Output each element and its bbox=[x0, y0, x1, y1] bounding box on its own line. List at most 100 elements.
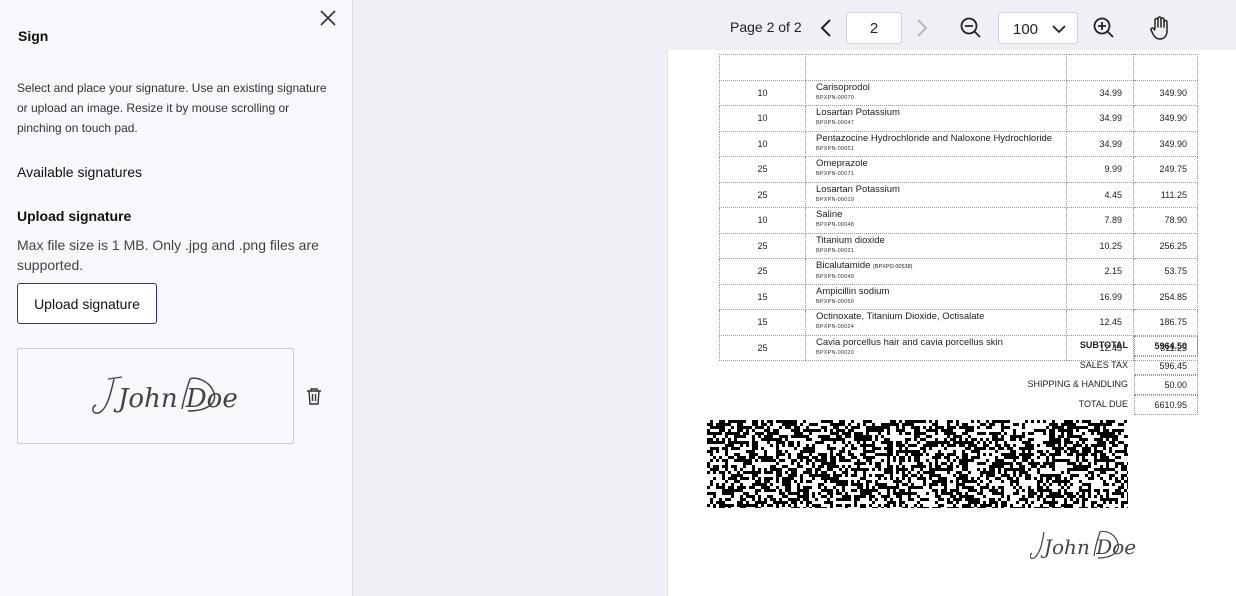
zoom-out-icon[interactable] bbox=[959, 16, 983, 40]
viewer-toolbar: Page 2 of 2 100 bbox=[353, 0, 1236, 56]
table-row-cutoff bbox=[719, 54, 1198, 81]
sales-tax-value: 596.45 bbox=[1134, 355, 1198, 376]
total-due-row: TOTAL DUE 6610.95 bbox=[968, 395, 1198, 415]
saved-signature-card[interactable]: John Doe bbox=[17, 348, 294, 444]
item-amount: 349.90 bbox=[1133, 130, 1198, 157]
zoom-select[interactable]: 100 bbox=[998, 12, 1078, 44]
item-description: Bicalutamide (BPXPO.00538) BPXPN-00049 bbox=[805, 258, 1067, 285]
item-sku: BPXPN-00070 bbox=[816, 94, 854, 101]
signature-image: John Doe bbox=[92, 376, 238, 414]
total-due-value: 6610.95 bbox=[1134, 395, 1198, 415]
subtotal-label: SUBTOTAL bbox=[1079, 340, 1128, 350]
item-amount: 186.75 bbox=[1133, 309, 1198, 336]
shipping-row: SHIPPING & HANDLING 50.00 bbox=[968, 375, 1198, 396]
close-icon[interactable] bbox=[316, 7, 340, 31]
pdf-page[interactable]: 10 Carisoprodol BPXPN-00070 34.99 349.90 10 Lo… bbox=[667, 50, 1236, 596]
shipping-value: 50.00 bbox=[1134, 375, 1198, 396]
shipping-label: SHIPPING & HANDLING bbox=[1027, 379, 1128, 390]
item-description: Omeprazole BPXPN-00071 bbox=[805, 156, 1067, 183]
item-price: 34.99 bbox=[1066, 130, 1134, 157]
item-qty: 10 bbox=[719, 79, 806, 106]
item-qty: 25 bbox=[719, 232, 806, 259]
2d-barcode bbox=[707, 420, 1130, 510]
item-qty: 25 bbox=[719, 181, 806, 208]
item-price: 34.99 bbox=[1066, 105, 1134, 132]
item-price: 9.99 bbox=[1066, 156, 1134, 183]
item-amount: 349.90 bbox=[1133, 79, 1198, 106]
table-row: 10 Carisoprodol BPXPN-00070 34.99 349.90 bbox=[719, 79, 1198, 106]
signature-script: John Doe bbox=[113, 384, 238, 414]
item-description: Losartan Potassium BPXPN-00047 bbox=[805, 105, 1067, 132]
delete-signature-icon[interactable] bbox=[303, 385, 325, 407]
item-name: Losartan Potassium bbox=[816, 107, 900, 119]
next-page-icon[interactable] bbox=[911, 16, 931, 40]
item-sku: BPXPN-00049 bbox=[816, 273, 854, 280]
zoom-value: 100 bbox=[1013, 21, 1039, 38]
item-price: 16.99 bbox=[1066, 283, 1134, 310]
sign-instructions: Select and place your signature. Use an … bbox=[17, 81, 327, 135]
item-price: 10.25 bbox=[1066, 232, 1134, 259]
table-row: 10 Losartan Potassium BPXPN-00047 34.99 349.… bbox=[719, 105, 1198, 132]
table-row: 10 Saline BPXPN-00048 7.89 78.90 bbox=[719, 207, 1198, 234]
item-sku: BPXPN-00050 bbox=[816, 298, 854, 305]
item-inline-sku: (BPXPO.00538) bbox=[873, 263, 913, 270]
upload-signature-heading: Upload signature bbox=[17, 208, 132, 224]
item-qty: 10 bbox=[719, 207, 806, 234]
item-sku: BPXPN-00024 bbox=[816, 324, 854, 331]
upload-note: Max file size is 1 MB. Only .jpg and .pn… bbox=[17, 237, 319, 273]
item-amount: 53.75 bbox=[1133, 258, 1198, 285]
item-name: Losartan Potassium bbox=[816, 183, 900, 195]
item-name: Ampicillin sodium bbox=[816, 285, 890, 297]
pan-hand-icon[interactable] bbox=[1148, 15, 1172, 41]
item-qty: 25 bbox=[719, 334, 806, 361]
upload-signature-button[interactable]: Upload signature bbox=[17, 283, 157, 324]
placed-signature[interactable]: John Doe bbox=[1030, 522, 1140, 566]
item-name: Bicalutamide bbox=[816, 259, 871, 271]
item-qty: 10 bbox=[719, 130, 806, 157]
item-name: Pentazocine Hydrochloride and Naloxone H… bbox=[816, 132, 1053, 144]
item-description: Carisoprodol BPXPN-00070 bbox=[805, 79, 1067, 106]
item-name: Saline bbox=[816, 209, 843, 221]
page-number-input[interactable] bbox=[846, 12, 902, 44]
sales-tax-row: SALES TAX 596.45 bbox=[968, 355, 1198, 376]
item-name: Titanium dioxide bbox=[816, 234, 885, 246]
table-row: 25 Losartan Potassium BPXPN-00019 4.45 111.2… bbox=[719, 181, 1198, 208]
chevron-down-icon bbox=[1052, 25, 1066, 34]
item-description: Titanium dioxide BPXPN-00021 bbox=[805, 232, 1067, 259]
table-row: 10 Pentazocine Hydrochloride and Naloxone… bbox=[719, 130, 1198, 157]
item-sku: BPXPN-00047 bbox=[816, 120, 854, 127]
item-description: Pentazocine Hydrochloride and Naloxone H… bbox=[805, 130, 1067, 157]
item-sku: BPXPN-00048 bbox=[816, 222, 854, 229]
item-qty: 25 bbox=[719, 258, 806, 285]
item-amount: 254.85 bbox=[1133, 283, 1198, 310]
invoice-totals: SUBTOTAL 5964.50 SALES TAX 596.45 SHIPPI… bbox=[968, 336, 1198, 415]
item-sku: BPXPN-00019 bbox=[816, 196, 854, 203]
item-description: Losartan Potassium BPXPN-00019 bbox=[805, 181, 1067, 208]
table-row: 15 Octinoxate, Titanium Dioxide, Octisala… bbox=[719, 309, 1198, 336]
item-price: 12.45 bbox=[1066, 309, 1134, 336]
item-description: Octinoxate, Titanium Dioxide, Octisalate… bbox=[805, 309, 1067, 336]
invoice-items-table: 10 Carisoprodol BPXPN-00070 34.99 349.90 10 Lo… bbox=[719, 54, 1198, 361]
sales-tax-label: SALES TAX bbox=[1079, 359, 1128, 370]
subtotal-value: 5964.50 bbox=[1134, 336, 1198, 356]
item-price: 2.15 bbox=[1066, 258, 1134, 285]
total-due-label: TOTAL DUE bbox=[1078, 399, 1128, 410]
item-amount: 111.25 bbox=[1133, 181, 1198, 208]
item-name: Octinoxate, Titanium Dioxide, Octisalate bbox=[816, 311, 985, 323]
table-row: 25 Titanium dioxide BPXPN-00021 10.25 256.25 bbox=[719, 232, 1198, 259]
item-qty: 15 bbox=[719, 283, 806, 310]
item-amount: 256.25 bbox=[1133, 232, 1198, 259]
available-signatures-heading: Available signatures bbox=[17, 164, 143, 180]
subtotal-row: SUBTOTAL 5964.50 bbox=[968, 336, 1198, 356]
previous-page-icon[interactable] bbox=[817, 16, 837, 40]
panel-title: Sign bbox=[18, 28, 49, 44]
item-qty: 10 bbox=[719, 105, 806, 132]
item-name: Omeprazole bbox=[816, 158, 868, 170]
sign-panel: Sign Select and place your signature. Us… bbox=[0, 0, 353, 596]
item-qty: 15 bbox=[719, 309, 806, 336]
page-indicator: Page 2 of 2 bbox=[730, 19, 802, 35]
item-description: Saline BPXPN-00048 bbox=[805, 207, 1067, 234]
item-amount: 78.90 bbox=[1133, 207, 1198, 234]
zoom-in-icon[interactable] bbox=[1092, 16, 1116, 40]
item-qty: 25 bbox=[719, 156, 806, 183]
